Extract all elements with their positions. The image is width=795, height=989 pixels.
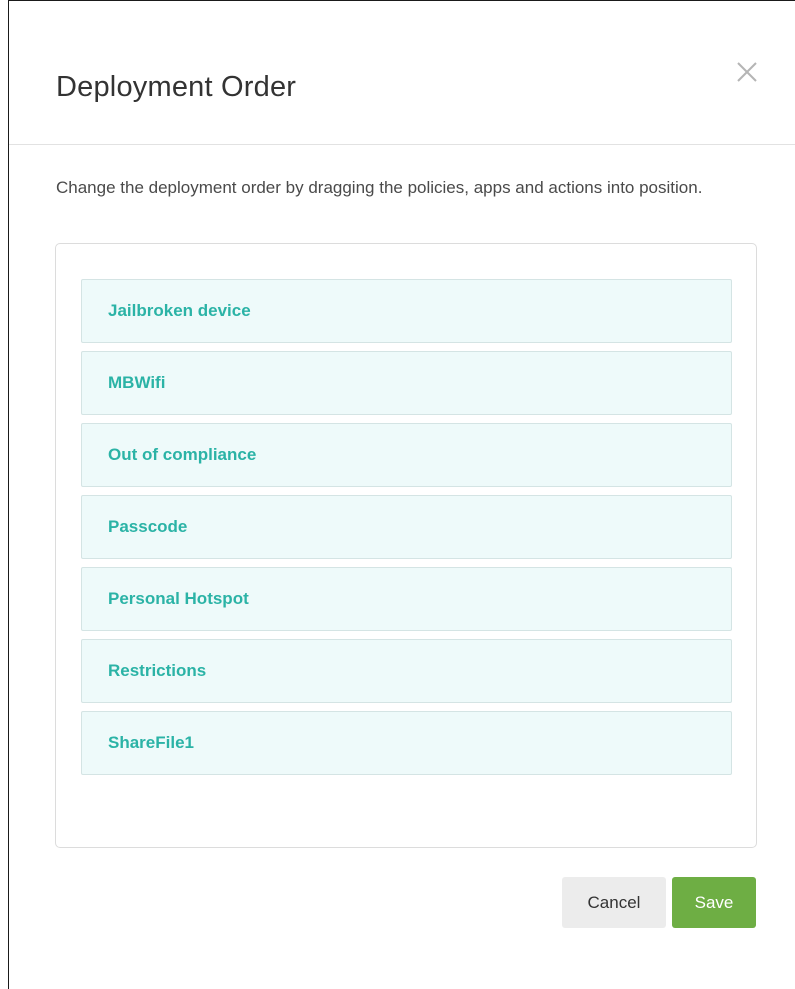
- dialog-header: Deployment Order: [9, 1, 795, 145]
- order-item-label: Jailbroken device: [108, 301, 251, 320]
- order-item-label: Passcode: [108, 517, 188, 536]
- order-item-personal-hotspot[interactable]: Personal Hotspot: [81, 567, 732, 631]
- deployment-order-list: Jailbroken device MBWifi Out of complian…: [81, 279, 732, 783]
- order-item-label: MBWifi: [108, 373, 166, 392]
- order-item-restrictions[interactable]: Restrictions: [81, 639, 732, 703]
- close-icon: [737, 62, 757, 82]
- deployment-order-dialog: Deployment Order Change the deployment o…: [8, 0, 795, 989]
- deployment-order-panel: Jailbroken device MBWifi Out of complian…: [55, 243, 757, 848]
- order-item-sharefile1[interactable]: ShareFile1: [81, 711, 732, 775]
- order-item-passcode[interactable]: Passcode: [81, 495, 732, 559]
- order-item-jailbroken-device[interactable]: Jailbroken device: [81, 279, 732, 343]
- dialog-footer: Cancel Save: [9, 877, 795, 929]
- order-item-out-of-compliance[interactable]: Out of compliance: [81, 423, 732, 487]
- order-item-label: ShareFile1: [108, 733, 194, 752]
- close-button[interactable]: [734, 59, 760, 85]
- order-item-label: Out of compliance: [108, 445, 257, 464]
- dialog-description: Change the deployment order by dragging …: [56, 178, 703, 197]
- dialog-title: Deployment Order: [56, 71, 297, 103]
- cancel-button[interactable]: Cancel: [562, 877, 666, 928]
- order-item-label: Restrictions: [108, 661, 207, 680]
- order-item-mbwifi[interactable]: MBWifi: [81, 351, 732, 415]
- save-button[interactable]: Save: [672, 877, 756, 928]
- order-item-label: Personal Hotspot: [108, 589, 249, 608]
